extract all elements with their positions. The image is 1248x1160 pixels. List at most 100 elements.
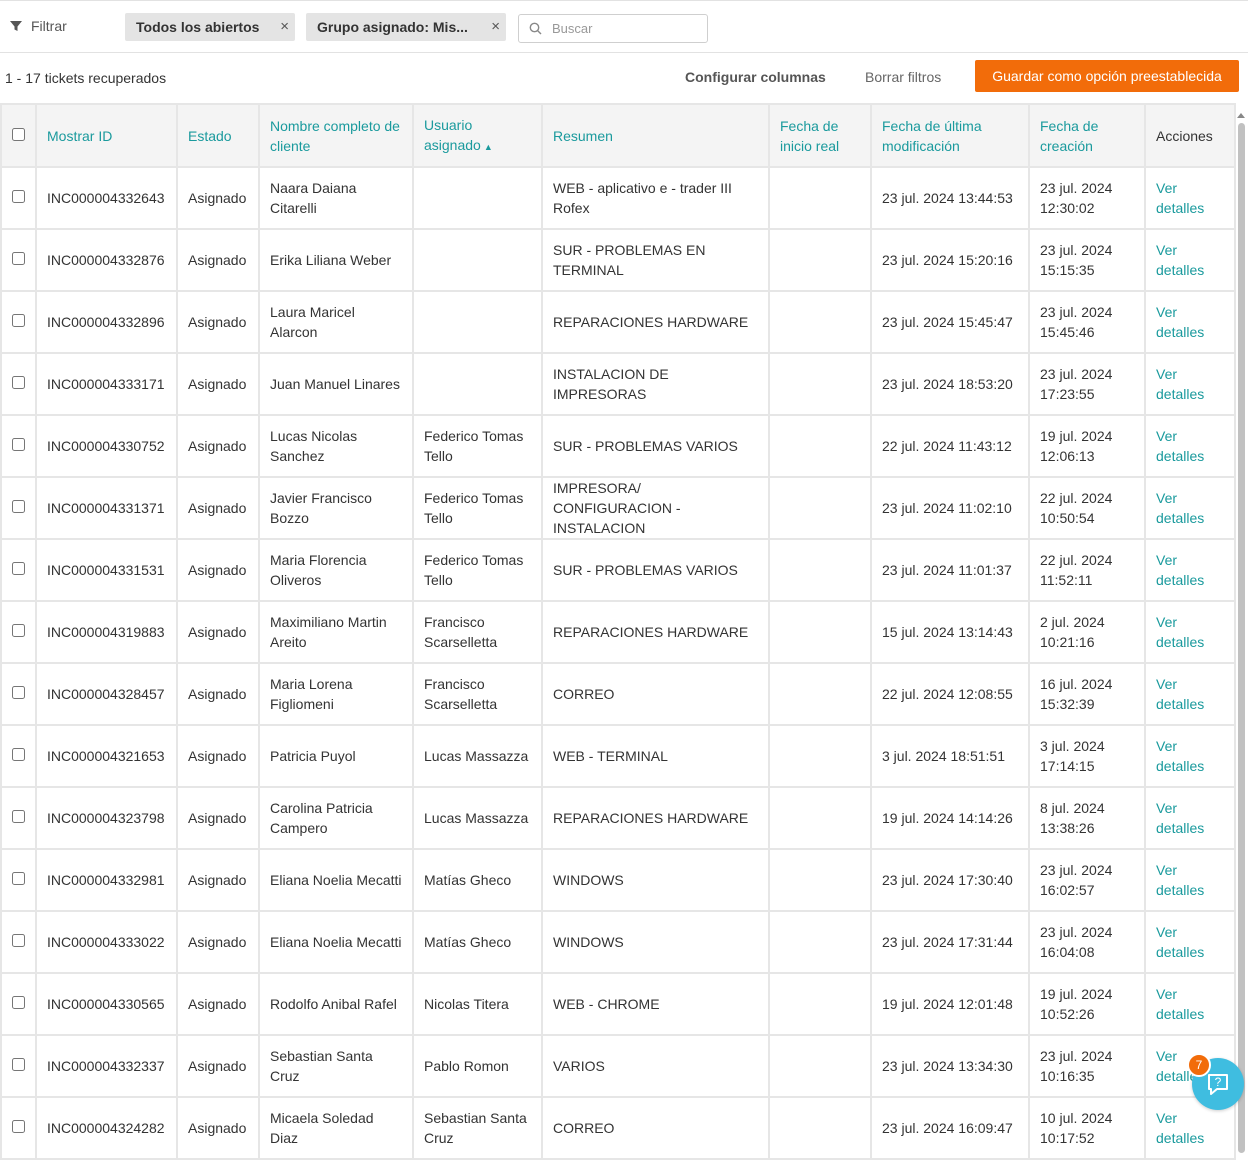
customer-name: Sebastian Santa Cruz	[258, 1034, 414, 1098]
view-details-link[interactable]: Ver detalles	[1144, 786, 1236, 850]
table-row[interactable]: INC000004332643 Asignado Naara Daiana Cita…	[0, 166, 1236, 230]
created-date: 23 jul. 2024 17:23:55	[1028, 352, 1146, 416]
row-checkbox[interactable]	[12, 810, 25, 823]
actual-start-date	[768, 228, 872, 292]
sort-ascending-icon: ▲	[483, 141, 493, 152]
search-input[interactable]	[550, 20, 700, 37]
actual-start-date	[768, 724, 872, 788]
table-row[interactable]: INC000004332876 Asignado Erika Liliana Web…	[0, 228, 1236, 292]
column-header-customer[interactable]: Nombre completo de cliente	[258, 103, 414, 168]
table-row[interactable]: INC000004328457 Asignado Maria Lorena Figl…	[0, 662, 1236, 726]
table-row[interactable]: INC000004330565 Asignado Rodolfo Anibal Ra…	[0, 972, 1236, 1036]
table-row[interactable]: INC000004332337 Asignado Sebastian Santa C…	[0, 1034, 1236, 1098]
column-header-modified-date[interactable]: Fecha de última modificación	[870, 103, 1030, 168]
ticket-status: Asignado	[176, 848, 260, 912]
actual-start-date	[768, 786, 872, 850]
view-details-link[interactable]: Ver detalles	[1144, 166, 1236, 230]
row-checkbox[interactable]	[12, 438, 25, 451]
table-row[interactable]: INC000004324282 Asignado Micaela Soledad D…	[0, 1096, 1236, 1160]
row-checkbox[interactable]	[12, 934, 25, 947]
actual-start-date	[768, 1096, 872, 1160]
view-details-link[interactable]: Ver detalles	[1144, 910, 1236, 974]
ticket-id: INC000004332981	[35, 848, 178, 912]
filter-toggle[interactable]: Filtrar	[9, 18, 67, 34]
filter-bar: Filtrar Todos los abiertos × Grupo asign…	[0, 0, 1248, 53]
row-select-cell	[0, 414, 37, 478]
table-row[interactable]: INC000004319883 Asignado Maximiliano Marti…	[0, 600, 1236, 664]
ticket-summary: SUR - PROBLEMAS VARIOS	[541, 538, 770, 602]
column-header-start-date[interactable]: Fecha de inicio real	[768, 103, 872, 168]
select-all-checkbox[interactable]	[12, 127, 25, 141]
customer-name: Javier Francisco Bozzo	[258, 476, 414, 540]
column-header-id[interactable]: Mostrar ID	[35, 103, 178, 168]
view-details-link[interactable]: Ver detalles	[1144, 972, 1236, 1036]
created-date: 22 jul. 2024 10:50:54	[1028, 476, 1146, 540]
table-row[interactable]: INC000004333171 Asignado Juan Manuel Linar…	[0, 352, 1236, 416]
ticket-status: Asignado	[176, 724, 260, 788]
last-modified-date: 15 jul. 2024 13:14:43	[870, 600, 1030, 664]
created-date: 2 jul. 2024 10:21:16	[1028, 600, 1146, 664]
row-checkbox[interactable]	[12, 562, 25, 575]
ticket-status: Asignado	[176, 166, 260, 230]
ticket-summary: WINDOWS	[541, 848, 770, 912]
table-row[interactable]: INC000004321653 Asignado Patricia Puyol Luc…	[0, 724, 1236, 788]
table-row[interactable]: INC000004332981 Asignado Eliana Noelia Mec…	[0, 848, 1236, 912]
table-row[interactable]: INC000004333022 Asignado Eliana Noelia Mec…	[0, 910, 1236, 974]
configure-columns-button[interactable]: Configurar columnas	[685, 69, 826, 85]
view-details-link[interactable]: Ver detalles	[1144, 290, 1236, 354]
ticket-summary: SUR - PROBLEMAS EN TERMINAL	[541, 228, 770, 292]
created-date: 23 jul. 2024 16:02:57	[1028, 848, 1146, 912]
ticket-summary: VARIOS	[541, 1034, 770, 1098]
row-checkbox[interactable]	[12, 872, 25, 885]
table-row[interactable]: INC000004332896 Asignado Laura Maricel Ala…	[0, 290, 1236, 354]
row-checkbox[interactable]	[12, 996, 25, 1009]
row-select-cell	[0, 352, 37, 416]
view-details-link[interactable]: Ver detalles	[1144, 476, 1236, 540]
view-details-link[interactable]: Ver detalles	[1144, 848, 1236, 912]
view-details-link[interactable]: Ver detalles	[1144, 662, 1236, 726]
customer-name: Micaela Soledad Diaz	[258, 1096, 414, 1160]
row-checkbox[interactable]	[12, 624, 25, 637]
view-details-link[interactable]: Ver detalles	[1144, 538, 1236, 602]
table-row[interactable]: INC000004330752 Asignado Lucas Nicolas San…	[0, 414, 1236, 478]
assigned-user	[412, 352, 543, 416]
save-preset-button[interactable]: Guardar como opción preestablecida	[975, 60, 1239, 92]
view-details-link[interactable]: Ver detalles	[1144, 228, 1236, 292]
view-details-link[interactable]: Ver detalles	[1144, 414, 1236, 478]
scroll-up-icon[interactable]	[1237, 113, 1245, 118]
table-row[interactable]: INC000004331531 Asignado Maria Florencia O…	[0, 538, 1236, 602]
ticket-status: Asignado	[176, 1034, 260, 1098]
customer-name: Eliana Noelia Mecatti	[258, 910, 414, 974]
funnel-icon	[10, 21, 22, 31]
vertical-scrollbar[interactable]	[1236, 109, 1246, 1153]
view-details-link[interactable]: Ver detalles	[1144, 724, 1236, 788]
row-checkbox[interactable]	[12, 1120, 25, 1133]
ticket-status: Asignado	[176, 538, 260, 602]
row-checkbox[interactable]	[12, 314, 25, 327]
row-checkbox[interactable]	[12, 1058, 25, 1071]
customer-name: Maria Lorena Figliomeni	[258, 662, 414, 726]
row-checkbox[interactable]	[12, 376, 25, 389]
row-checkbox[interactable]	[12, 252, 25, 265]
clear-filters-button[interactable]: Borrar filtros	[865, 69, 941, 85]
actual-start-date	[768, 910, 872, 974]
remove-chip-icon[interactable]: ×	[280, 18, 289, 35]
row-checkbox[interactable]	[12, 190, 25, 203]
row-checkbox[interactable]	[12, 500, 25, 513]
view-details-link[interactable]: Ver detalles	[1144, 352, 1236, 416]
row-checkbox[interactable]	[12, 748, 25, 761]
column-header-assignee[interactable]: Usuario asignado ▲	[412, 103, 543, 168]
remove-chip-icon[interactable]: ×	[491, 18, 500, 35]
column-header-status[interactable]: Estado	[176, 103, 260, 168]
table-row[interactable]: INC000004323798 Asignado Carolina Patricia…	[0, 786, 1236, 850]
view-details-link[interactable]: Ver detalles	[1144, 600, 1236, 664]
ticket-id: INC000004332643	[35, 166, 178, 230]
ticket-summary: REPARACIONES HARDWARE	[541, 600, 770, 664]
column-header-summary[interactable]: Resumen	[541, 103, 770, 168]
column-header-created-date[interactable]: Fecha de creación	[1028, 103, 1146, 168]
scrollbar-thumb[interactable]	[1238, 123, 1245, 1153]
row-checkbox[interactable]	[12, 686, 25, 699]
assigned-user: Francisco Scarselletta	[412, 600, 543, 664]
table-row[interactable]: INC000004331371 Asignado Javier Francisco …	[0, 476, 1236, 540]
ticket-status: Asignado	[176, 290, 260, 354]
